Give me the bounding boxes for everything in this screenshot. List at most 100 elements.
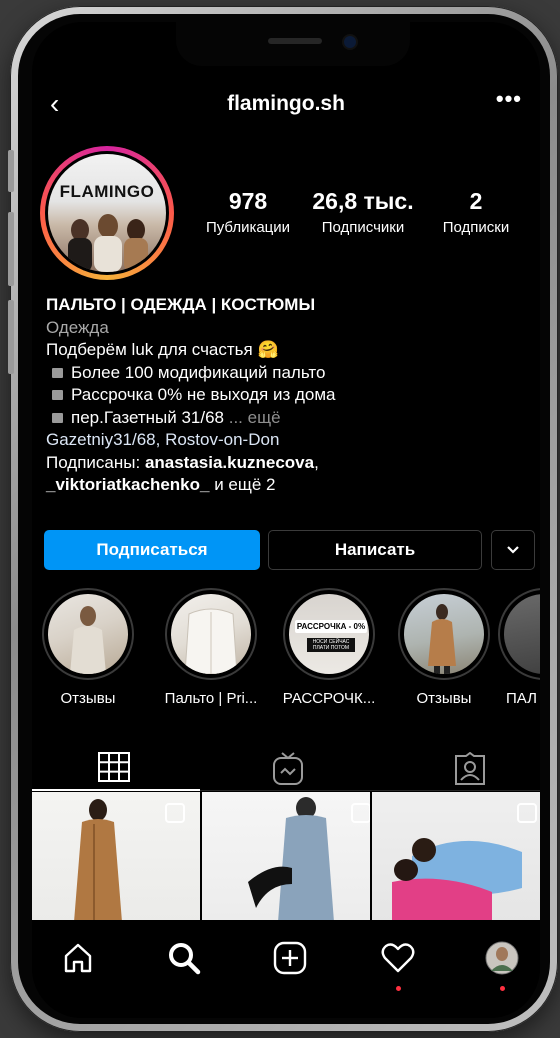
message-button[interactable]: Написать (268, 530, 482, 570)
followed-user[interactable]: _viktoriatkachenko_ (46, 475, 209, 494)
highlight[interactable]: ПАЛ (498, 588, 540, 707)
more-options-icon[interactable]: ••• (496, 86, 522, 112)
heart-icon (381, 943, 415, 973)
bio-bullet: пер.Газетный 31/68 ... ещё (46, 407, 536, 430)
profile-header: ‹ flamingo.sh ••• (32, 86, 540, 126)
follow-button[interactable]: Подписаться (44, 530, 260, 570)
highlight-image (171, 594, 251, 674)
followed-suffix: и ещё 2 (209, 475, 276, 494)
tab-tagged[interactable] (450, 752, 490, 785)
avatar-image: FLAMINGO (48, 154, 166, 272)
bio-line: Подберём luk для счастья 🤗 (46, 339, 536, 362)
stat-followers[interactable]: 26,8 тыс. Подписчики (308, 188, 418, 236)
stat-posts-value: 978 (228, 188, 268, 214)
stat-posts-label: Публикации (205, 219, 291, 236)
side-button (8, 150, 14, 192)
highlight-ring (165, 588, 257, 680)
post-image-coat (74, 799, 185, 922)
highlight-thumb-subtitle: НОСИ СЕЙЧАС ПЛАТИ ПОТОМ (307, 638, 355, 652)
profile-stats: 978 Публикации 26,8 тыс. Подписчики 2 По… (196, 188, 540, 248)
highlight-image (48, 594, 128, 674)
nav-search[interactable] (162, 936, 206, 980)
suggested-dropdown-button[interactable] (491, 530, 535, 570)
highlight-image: РАССРОЧКА - 0% НОСИ СЕЙЧАС ПЛАТИ ПОТОМ (289, 594, 369, 674)
highlight[interactable]: Отзывы (392, 588, 496, 707)
nav-home[interactable] (56, 936, 100, 980)
avatar: FLAMINGO (45, 151, 169, 275)
hug-emoji: 🤗 (257, 340, 279, 359)
avatar-logo: FLAMINGO (59, 182, 155, 201)
post-thumbnail[interactable] (202, 792, 370, 922)
highlight-label: РАССРОЧК... (282, 690, 376, 707)
screen: ‹ flamingo.sh ••• FLAMINGO 978 Публикаци… (32, 22, 540, 1018)
stat-followers-label: Подписчики (321, 219, 405, 236)
side-button (8, 212, 14, 286)
followed-prefix: Подписаны: (46, 452, 145, 472)
bio-line-text: Подберём luk для счастья (46, 340, 253, 359)
bio-bullet: Рассрочка 0% не выходя из дома (46, 384, 536, 407)
bullet-icon (52, 412, 63, 423)
highlight-image-coat (184, 608, 238, 674)
tab-grid[interactable] (94, 752, 134, 782)
post-image-people (392, 803, 537, 922)
add-icon (273, 941, 307, 975)
bio-bullet-text: Рассрочка 0% не выходя из дома (71, 385, 336, 404)
chevron-down-icon (507, 546, 519, 554)
highlight-label: ПАЛ (506, 690, 537, 707)
followed-by[interactable]: Подписаны: anastasia.kuznecova, (46, 452, 536, 475)
profile-notification-dot (500, 986, 505, 991)
bio-bullet-text: Более 100 модификаций пальто (71, 362, 326, 382)
stat-followers-value: 26,8 тыс. (312, 188, 414, 214)
bottom-navigation (32, 920, 540, 1018)
tagged-icon (455, 752, 485, 785)
avatar-story-ring[interactable]: FLAMINGO (40, 146, 174, 280)
bio-category: Одежда (46, 317, 109, 337)
followed-comma: , (314, 452, 319, 472)
active-tab-indicator (32, 789, 200, 791)
tab-igtv[interactable] (268, 752, 308, 785)
bullet-icon (52, 367, 63, 378)
stat-following-label: Подписки (442, 219, 510, 236)
stat-following[interactable]: 2 Подписки (426, 188, 526, 236)
nav-profile[interactable] (480, 936, 524, 980)
igtv-icon (273, 752, 303, 785)
notch (176, 22, 410, 66)
post-thumbnail[interactable] (32, 792, 200, 922)
highlight-ring (42, 588, 134, 680)
nav-activity[interactable] (376, 936, 420, 980)
highlight-ring: РАССРОЧКА - 0% НОСИ СЕЙЧАС ПЛАТИ ПОТОМ (283, 588, 375, 680)
followed-user[interactable]: anastasia.kuznecova (145, 453, 314, 472)
highlight-image (404, 594, 484, 674)
post-image-coat (248, 797, 370, 922)
speaker (268, 38, 322, 44)
bio-more-link[interactable]: ... ещё (229, 408, 281, 427)
highlight-label: Отзывы (416, 690, 472, 707)
bullet-icon (52, 390, 63, 401)
highlight-label: Пальто | Pri... (164, 690, 258, 707)
highlight[interactable]: РАССРОЧКА - 0% НОСИ СЕЙЧАС ПЛАТИ ПОТОМ Р… (274, 588, 384, 707)
bio-location[interactable]: Gazetniy31/68, Rostov-on-Don (46, 429, 536, 452)
posts-grid (32, 792, 540, 922)
avatar-people-image (68, 214, 148, 272)
highlight-image-person (428, 604, 456, 674)
highlight-image-person (70, 606, 106, 674)
highlight[interactable]: Пальто | Pri... (152, 588, 270, 707)
highlight-label: Отзывы (60, 690, 116, 707)
stat-posts[interactable]: 978 Публикации (196, 188, 300, 236)
followed-by[interactable]: _viktoriatkachenko_ и ещё 2 (46, 474, 536, 497)
side-button (8, 300, 14, 374)
bio-bullet-text: пер.Газетный 31/68 (71, 407, 224, 427)
bio-title: ПАЛЬТО | ОДЕЖДА | КОСТЮМЫ (46, 295, 316, 314)
nav-create[interactable] (268, 936, 312, 980)
post-thumbnail[interactable] (372, 792, 540, 922)
highlight-thumb-title: РАССРОЧКА - 0% (295, 620, 367, 633)
username: flamingo.sh (227, 92, 345, 115)
highlight-ring (398, 588, 490, 680)
camera (342, 34, 358, 50)
activity-notification-dot (396, 986, 401, 991)
profile-tabs (32, 738, 540, 791)
highlight[interactable]: Отзывы (36, 588, 140, 707)
home-icon (64, 943, 92, 973)
stat-following-value: 2 (469, 188, 483, 214)
bio-bullet: Более 100 модификаций пальто (46, 362, 536, 385)
